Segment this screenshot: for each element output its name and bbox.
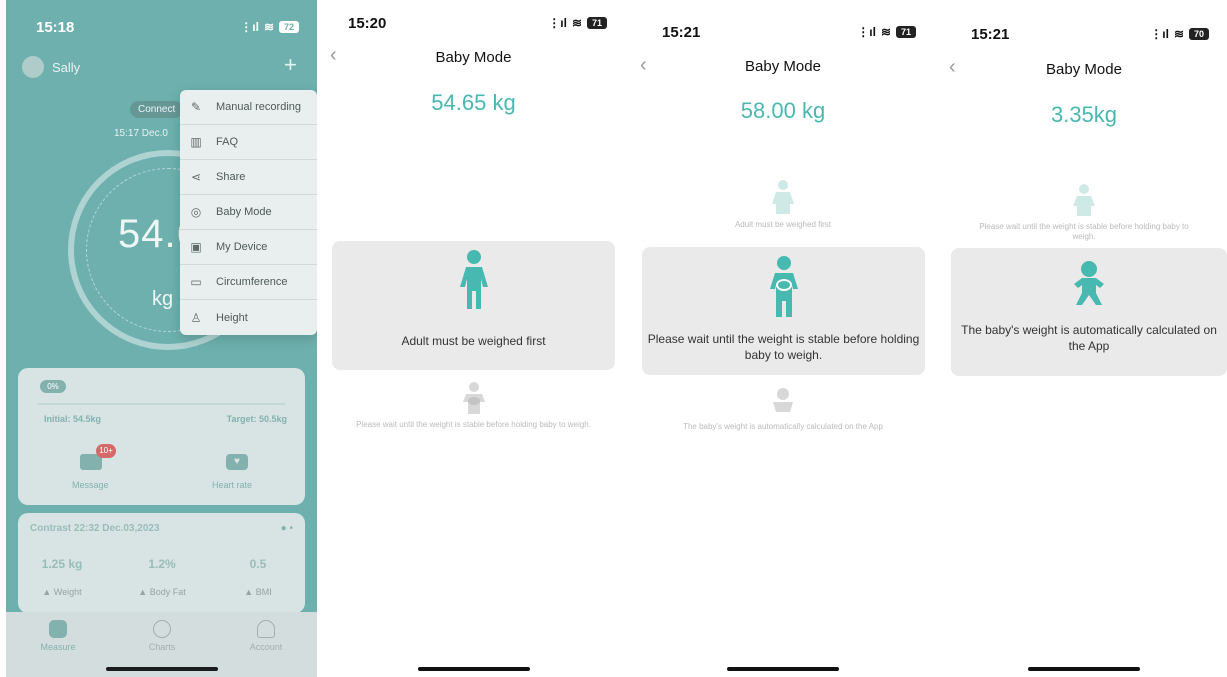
step-text: The baby's weight is automatically calcu… <box>961 323 1217 353</box>
signal-icon: ⋮ıl <box>857 25 876 39</box>
height-icon: ♙ <box>190 310 202 325</box>
menu-item-faq[interactable]: ▥ FAQ <box>180 125 317 160</box>
menu-item-height[interactable]: ♙ Height <box>180 300 317 335</box>
step-text: Adult must be weighed first <box>401 334 546 348</box>
battery-icon: 70 <box>1189 28 1209 40</box>
menu-label: Share <box>216 171 246 183</box>
battery-icon: 71 <box>587 17 607 29</box>
wifi-icon: ≋ <box>1173 27 1184 41</box>
status-icons: ⋮ıl ≋ 70 <box>1150 27 1209 41</box>
signal-icon: ⋮ıl <box>1150 27 1169 41</box>
step-next: The baby's weight is automatically calcu… <box>632 388 934 432</box>
step-text: Please wait until the weight is stable b… <box>979 222 1189 241</box>
page-title: Baby Mode <box>435 49 512 66</box>
baby-mode-step2-screen: 15:21 ⋮ıl ≋ 71 ‹ Baby Mode 58.00 kg Adul… <box>632 0 934 677</box>
menu-item-baby-mode[interactable]: ◎ Baby Mode <box>180 195 317 230</box>
step-text: Please wait until the weight is stable b… <box>356 420 591 429</box>
home-indicator <box>105 667 218 671</box>
step-text: Adult must be weighed first <box>734 220 832 229</box>
menu-item-circumference[interactable]: ▭ Circumference <box>180 265 317 300</box>
share-icon: ⋖ <box>190 170 202 184</box>
step-card-active: The baby's weight is automatically calcu… <box>951 248 1227 376</box>
current-weight: 3.35kg <box>1050 102 1118 127</box>
adult-icon <box>772 180 794 214</box>
status-time: 15:21 <box>971 25 1010 43</box>
wifi-icon: ≋ <box>880 25 891 39</box>
menu-label: FAQ <box>216 136 239 148</box>
screenshot-strip: 15:18 ⋮ıl ≋ 72 Sally + Connect 15:17 Dec… <box>0 0 1227 677</box>
menu-item-share[interactable]: ⋖ Share <box>180 160 317 195</box>
step-text: The baby's weight is automatically calcu… <box>683 422 883 431</box>
edit-icon: ✎ <box>190 100 202 114</box>
menu-label: Manual recording <box>216 101 301 113</box>
menu-label: Circumference <box>216 276 288 288</box>
page-title: Baby Mode <box>1046 61 1122 78</box>
ruler-icon: ▭ <box>190 275 202 289</box>
menu-label: Height <box>216 311 248 324</box>
menu-item-manual-recording[interactable]: ✎ Manual recording <box>180 90 317 125</box>
home-indicator <box>727 667 839 671</box>
battery-icon: 71 <box>896 26 916 38</box>
step-card-active: Adult must be weighed first <box>332 241 615 370</box>
menu-label: Baby Mode <box>216 206 272 218</box>
step-card-active: Please wait until the weight is stable b… <box>642 247 925 375</box>
current-weight: 58.00 kg <box>740 98 826 123</box>
adult-holding-baby-icon <box>462 382 485 414</box>
status-time: 15:20 <box>348 14 387 32</box>
page-title: Baby Mode <box>745 58 821 75</box>
current-weight: 54.65 kg <box>431 90 516 115</box>
adult-icon <box>459 250 488 309</box>
baby-icon: ◎ <box>190 205 202 219</box>
baby-mode-step1-screen: 15:20 ⋮ıl ≋ 71 ‹ Baby Mode 54.65 kg Adul… <box>322 0 625 677</box>
status-bar: 15:21 ⋮ıl ≋ 71 <box>632 17 934 47</box>
device-icon: ▣ <box>190 240 202 254</box>
status-bar: 15:20 ⋮ıl ≋ 71 <box>322 8 625 38</box>
status-icons: ⋮ıl ≋ 71 <box>857 25 916 39</box>
baby-mode-step3-screen: 15:21 ⋮ıl ≋ 70 ‹ Baby Mode 3.35kg Please… <box>941 0 1227 677</box>
step-text: Please wait until the weight is stable b… <box>647 332 920 362</box>
step-prev: Adult must be weighed first <box>632 180 934 230</box>
menu-label: My Device <box>216 241 268 253</box>
home-indicator <box>417 667 530 671</box>
signal-icon: ⋮ıl <box>548 16 567 30</box>
book-icon: ▥ <box>190 135 202 149</box>
status-bar: 15:21 ⋮ıl ≋ 70 <box>941 19 1227 49</box>
step-prev: Please wait until the weight is stable b… <box>941 184 1227 242</box>
wifi-icon: ≋ <box>571 16 582 30</box>
home-indicator <box>1028 667 1140 671</box>
status-icons: ⋮ıl ≋ 71 <box>548 16 607 30</box>
main-screen: 15:18 ⋮ıl ≋ 72 Sally + Connect 15:17 Dec… <box>6 0 317 677</box>
menu-item-my-device[interactable]: ▣ My Device <box>180 230 317 265</box>
dropdown-menu: ✎ Manual recording ▥ FAQ ⋖ Share ◎ Baby … <box>180 90 317 335</box>
baby-icon <box>773 388 793 412</box>
baby-icon <box>1074 261 1104 305</box>
status-time: 15:21 <box>662 23 701 41</box>
adult-holding-baby-icon <box>1073 184 1095 216</box>
adult-holding-baby-icon <box>769 256 798 317</box>
step-next: Please wait until the weight is stable b… <box>322 382 625 430</box>
